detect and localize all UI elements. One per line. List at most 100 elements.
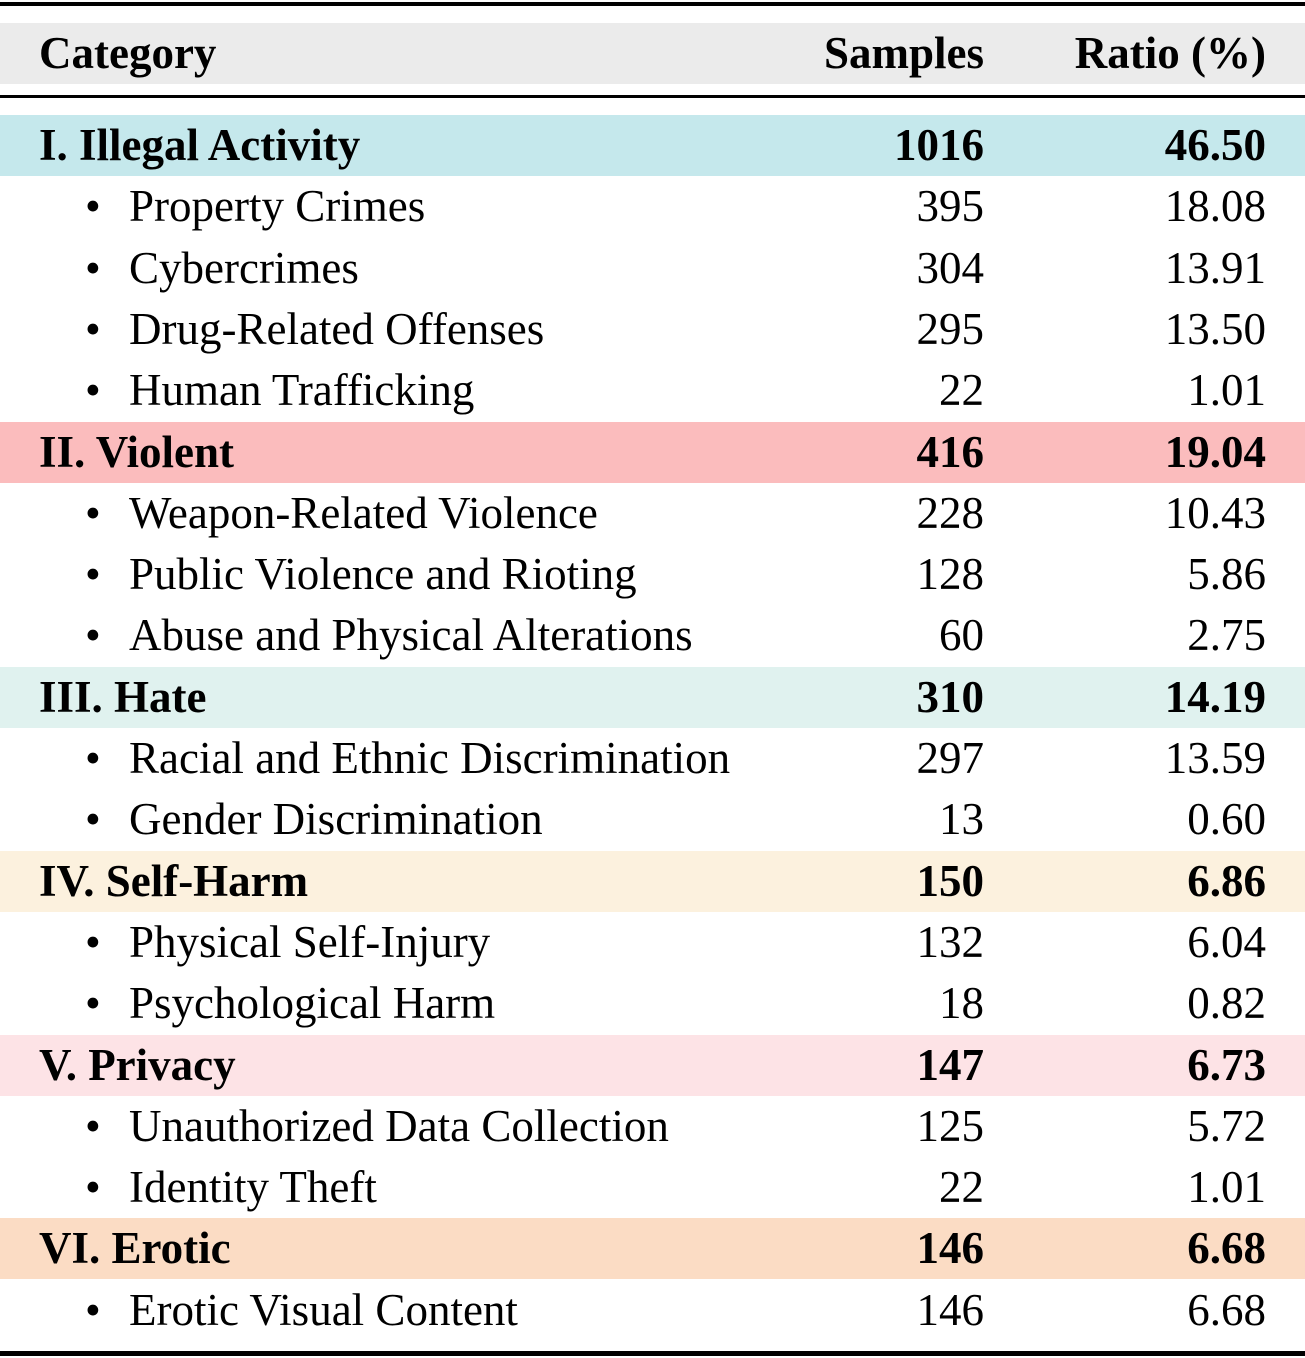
subcategory-row: • Human Trafficking 22 1.01 (0, 360, 1305, 421)
subcategory-label: Unauthorized Data Collection (129, 1100, 669, 1151)
subcategory-label-cell: • Human Trafficking (85, 360, 474, 421)
table-top-rule (0, 2, 1305, 6)
subcategory-row: • Weapon-Related Violence 228 10.43 (0, 483, 1305, 544)
subcategory-samples: 13 (939, 794, 984, 845)
category-group-row: III. Hate 310 14.19 (0, 666, 1305, 728)
subcategory-samples: 228 (916, 487, 985, 538)
category-ratio: 6.68 (1187, 1223, 1266, 1274)
bullet-icon: • (85, 181, 101, 232)
subcategory-row: • Unauthorized Data Collection 125 5.72 (0, 1096, 1305, 1157)
subcategory-label-cell: • Identity Theft (85, 1157, 377, 1218)
subcategory-label: Property Crimes (129, 181, 426, 232)
subcategory-label: Psychological Harm (129, 978, 496, 1029)
subcategory-label: Cybercrimes (129, 242, 359, 293)
category-ratio: 6.73 (1187, 1039, 1266, 1090)
bullet-icon: • (85, 549, 101, 600)
category-label: VI. Erotic (39, 1223, 231, 1274)
subcategory-label-cell: • Cybercrimes (85, 238, 359, 299)
subcategory-samples: 125 (916, 1100, 985, 1151)
subcategory-row: • Psychological Harm 18 0.82 (0, 973, 1305, 1034)
subcategory-ratio: 5.72 (1187, 1100, 1266, 1151)
bullet-icon: • (85, 916, 101, 967)
subcategory-ratio: 6.04 (1187, 916, 1266, 967)
subcategory-label: Weapon-Related Violence (129, 487, 598, 538)
category-label: I. Illegal Activity (39, 120, 361, 170)
subcategory-samples: 22 (939, 1162, 984, 1213)
category-label: II. Violent (39, 426, 235, 477)
subcategory-samples: 297 (916, 733, 985, 783)
bullet-icon: • (85, 1162, 101, 1213)
subcategory-row: • Property Crimes 395 18.08 (0, 176, 1305, 237)
subcategory-label-cell: • Abuse and Physical Alterations (85, 605, 693, 666)
category-samples: 310 (916, 671, 985, 722)
category-samples: 1016 (894, 120, 984, 170)
subcategory-ratio: 13.50 (1164, 303, 1266, 354)
category-ratio: 14.19 (1164, 671, 1266, 722)
category-label: IV. Self-Harm (39, 855, 309, 906)
category-group-row: I. Illegal Activity 1016 46.50 (0, 115, 1305, 176)
subcategory-label-cell: • Public Violence and Rioting (85, 544, 637, 605)
subcategory-samples: 60 (939, 610, 984, 661)
subcategory-samples: 395 (916, 181, 985, 232)
bullet-icon: • (85, 303, 101, 354)
subcategory-label: Human Trafficking (129, 365, 475, 416)
subcategory-ratio: 18.08 (1164, 181, 1266, 232)
subcategory-row: • Identity Theft 22 1.01 (0, 1157, 1305, 1218)
subcategory-label: Erotic Visual Content (129, 1284, 518, 1335)
header-category: Category (39, 28, 217, 78)
subcategory-label-cell: • Property Crimes (85, 176, 425, 237)
bullet-icon: • (85, 1100, 101, 1151)
table-header-row: Category Samples Ratio (%) (0, 23, 1305, 84)
category-samples: 146 (916, 1223, 985, 1274)
subcategory-ratio: 5.86 (1187, 549, 1266, 600)
subcategory-label: Physical Self-Injury (129, 916, 491, 967)
category-group-row: II. Violent 416 19.04 (0, 421, 1305, 483)
subcategory-samples: 146 (916, 1284, 985, 1335)
subcategory-ratio: 0.60 (1187, 794, 1266, 845)
subcategory-ratio: 10.43 (1164, 487, 1266, 538)
category-group-row: VI. Erotic 146 6.68 (0, 1218, 1305, 1280)
subcategory-samples: 18 (939, 978, 984, 1029)
subcategory-row: • Public Violence and Rioting 128 5.86 (0, 544, 1305, 605)
subcategory-label-cell: • Gender Discrimination (85, 789, 543, 850)
subcategory-ratio: 6.68 (1187, 1284, 1266, 1335)
category-group-row: V. Privacy 147 6.73 (0, 1034, 1305, 1096)
subcategory-label: Abuse and Physical Alterations (129, 610, 693, 661)
subcategory-row: • Abuse and Physical Alterations 60 2.75 (0, 605, 1305, 666)
table-header-rule (0, 95, 1305, 98)
category-ratio: 6.86 (1187, 855, 1266, 906)
category-group-row: IV. Self-Harm 150 6.86 (0, 850, 1305, 912)
category-samples: 416 (916, 426, 985, 477)
category-samples: 147 (916, 1039, 985, 1090)
subcategory-samples: 304 (916, 242, 985, 293)
subcategory-label: Racial and Ethnic Discrimination (129, 733, 731, 783)
header-ratio: Ratio (%) (1074, 28, 1266, 78)
subcategory-label-cell: • Erotic Visual Content (85, 1280, 518, 1341)
subcategory-samples: 128 (916, 549, 985, 600)
bullet-icon: • (85, 978, 101, 1029)
subcategory-ratio: 0.82 (1187, 978, 1266, 1029)
subcategory-row: • Physical Self-Injury 132 6.04 (0, 912, 1305, 973)
subcategory-label-cell: • Weapon-Related Violence (85, 483, 598, 544)
table-bottom-rule (0, 1351, 1305, 1356)
subcategory-label: Drug-Related Offenses (129, 303, 545, 354)
bullet-icon: • (85, 487, 101, 538)
bullet-icon: • (85, 242, 101, 293)
subcategory-label-cell: • Racial and Ethnic Discrimination (85, 728, 730, 789)
bullet-icon: • (85, 1284, 101, 1335)
subcategory-label: Identity Theft (129, 1162, 377, 1213)
bullet-icon: • (85, 733, 101, 783)
subcategory-samples: 295 (916, 303, 985, 354)
subcategory-ratio: 1.01 (1187, 365, 1266, 416)
bullet-icon: • (85, 794, 101, 845)
subcategory-label-cell: • Unauthorized Data Collection (85, 1096, 669, 1157)
category-label: III. Hate (39, 671, 207, 722)
subcategory-ratio: 13.59 (1164, 733, 1266, 783)
subcategory-ratio: 2.75 (1187, 610, 1266, 661)
subcategory-samples: 132 (916, 916, 985, 967)
subcategory-row: • Drug-Related Offenses 295 13.50 (0, 299, 1305, 360)
category-ratio: 46.50 (1164, 120, 1266, 170)
bullet-icon: • (85, 365, 101, 416)
subcategory-row: • Erotic Visual Content 146 6.68 (0, 1280, 1305, 1341)
subcategory-label: Public Violence and Rioting (129, 549, 637, 600)
